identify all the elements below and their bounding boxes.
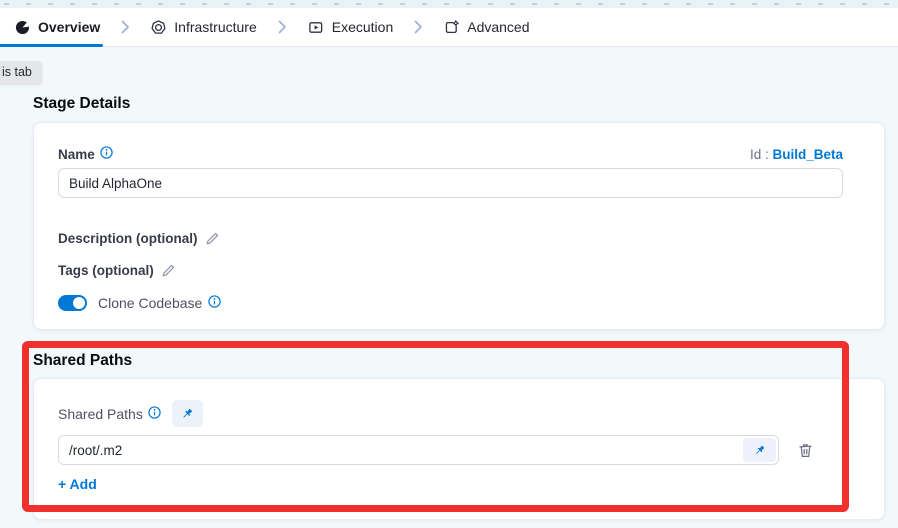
edit-description-button[interactable]: [205, 231, 220, 246]
tab-infrastructure-label: Infrastructure: [174, 19, 256, 35]
shared-paths-field-label: Shared Paths: [58, 406, 161, 422]
shared-paths-label-row: Shared Paths: [58, 400, 860, 427]
tags-label: Tags (optional): [58, 263, 154, 278]
description-label: Description (optional): [58, 231, 198, 246]
info-icon[interactable]: [208, 295, 221, 311]
chevron-right-icon: [414, 20, 423, 34]
add-shared-path-link[interactable]: + Add: [58, 476, 97, 492]
stage-tabbar: Overview Infrastructure Execution: [0, 8, 898, 47]
active-tab-underline: [0, 44, 103, 47]
execution-play-icon: [308, 20, 324, 35]
tab-infrastructure[interactable]: Infrastructure: [151, 8, 256, 46]
id-value-link[interactable]: Build_Beta: [772, 147, 843, 162]
shared-path-input-wrap: [58, 435, 779, 465]
name-label-text: Name: [58, 147, 95, 162]
stage-details-heading: Stage Details: [33, 95, 130, 113]
id-label: Id :: [750, 147, 769, 162]
pipeline-canvas-strip: [0, 0, 898, 8]
overview-pie-icon: [15, 20, 30, 35]
shared-path-row: [58, 435, 860, 465]
name-label: Name: [58, 146, 113, 162]
delete-path-button[interactable]: [796, 441, 815, 460]
info-icon[interactable]: [100, 146, 113, 162]
pin-input-type-button[interactable]: [172, 400, 203, 427]
toggle-knob: [73, 297, 85, 309]
tooltip-chip: is tab: [0, 61, 42, 84]
tooltip-chip-label: is tab: [2, 65, 32, 79]
tab-overview-label: Overview: [38, 19, 100, 35]
chevron-right-icon: [278, 20, 287, 34]
stage-id: Id : Build_Beta: [750, 147, 843, 162]
shared-paths-heading: Shared Paths: [33, 352, 132, 370]
tab-advanced-label: Advanced: [467, 19, 529, 35]
chevron-right-icon: [121, 20, 130, 34]
shared-path-input[interactable]: [58, 435, 779, 465]
clone-codebase-label-text: Clone Codebase: [98, 295, 202, 311]
tab-execution[interactable]: Execution: [308, 8, 393, 46]
clone-codebase-toggle[interactable]: [58, 295, 87, 311]
tab-overview[interactable]: Overview: [15, 8, 100, 46]
clone-codebase-label: Clone Codebase: [98, 295, 221, 311]
tab-execution-label: Execution: [332, 19, 393, 35]
pin-input-type-button[interactable]: [743, 438, 776, 462]
shared-paths-label-text: Shared Paths: [58, 406, 143, 422]
info-icon[interactable]: [148, 406, 161, 422]
infrastructure-hexagon-icon: [151, 20, 166, 35]
edit-tags-button[interactable]: [161, 263, 176, 278]
stage-details-card: Name Id : Build_Beta Description (option…: [33, 122, 885, 330]
name-row: Name Id : Build_Beta: [58, 146, 843, 162]
stage-name-input[interactable]: [58, 168, 843, 198]
tags-row: Tags (optional): [58, 263, 860, 278]
shared-paths-card: Shared Paths: [33, 378, 885, 520]
clone-codebase-row: Clone Codebase: [58, 295, 860, 311]
tab-advanced[interactable]: Advanced: [444, 8, 529, 46]
advanced-gear-icon: [444, 20, 459, 35]
description-row: Description (optional): [58, 231, 860, 246]
